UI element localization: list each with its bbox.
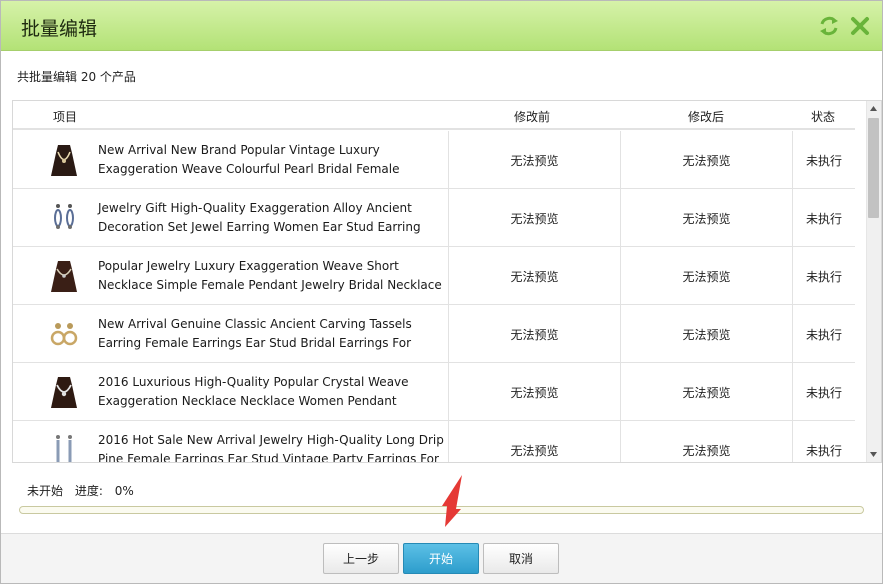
table-row: Popular Jewelry Luxury Exaggeration Weav… bbox=[13, 247, 855, 305]
before-cell: 无法预览 bbox=[449, 131, 621, 189]
close-icon[interactable] bbox=[849, 15, 871, 37]
after-cell: 无法预览 bbox=[621, 189, 793, 247]
table-row: 2016 Hot Sale New Arrival Jewelry High-Q… bbox=[13, 421, 855, 463]
earring-icon bbox=[54, 204, 74, 229]
after-cell: 无法预览 bbox=[621, 421, 793, 462]
table-row: New Arrival Genuine Classic Ancient Carv… bbox=[13, 305, 855, 363]
after-cell: 无法预览 bbox=[621, 131, 793, 189]
cancel-button[interactable]: 取消 bbox=[483, 543, 559, 574]
progress-value: 0% bbox=[114, 484, 134, 498]
item-cell: 2016 Hot Sale New Arrival Jewelry High-Q… bbox=[13, 421, 449, 463]
refresh-icon[interactable] bbox=[818, 15, 840, 37]
pointer-arrow-icon bbox=[442, 475, 462, 527]
earring-icon bbox=[50, 323, 78, 346]
before-cell: 无法预览 bbox=[449, 189, 621, 247]
dialog-title: 批量编辑 bbox=[21, 18, 98, 40]
progress-label: 进度: bbox=[74, 484, 103, 498]
product-name: 2016 Luxurious High-Quality Popular Crys… bbox=[98, 375, 409, 408]
batch-edit-dialog: 批量编辑 共批量编辑 20 个产品 项目 修改前 修改后 状态 New Arri… bbox=[0, 0, 883, 584]
product-table: 项目 修改前 修改后 状态 New Arrival New Brand Popu… bbox=[12, 100, 882, 463]
item-cell: Jewelry Gift High-Quality Exaggeration A… bbox=[13, 189, 449, 247]
status-cell: 未执行 bbox=[805, 153, 842, 168]
progress-status: 未开始 进度: 0% bbox=[27, 482, 142, 499]
product-name: Popular Jewelry Luxury Exaggeration Weav… bbox=[98, 259, 442, 292]
necklace-icon bbox=[51, 261, 77, 292]
status-cell: 未执行 bbox=[805, 443, 842, 458]
after-cell: 无法预览 bbox=[621, 363, 793, 421]
table-header: 项目 修改前 修改后 状态 bbox=[13, 101, 855, 130]
product-name: 2016 Hot Sale New Arrival Jewelry High-Q… bbox=[98, 433, 444, 463]
header-status: 状态 bbox=[811, 110, 836, 124]
table-row: Jewelry Gift High-Quality Exaggeration A… bbox=[13, 189, 855, 247]
status-cell: 未执行 bbox=[805, 211, 842, 226]
scroll-up-arrow-icon[interactable] bbox=[866, 101, 881, 116]
before-cell: 无法预览 bbox=[449, 247, 621, 305]
item-cell: New Arrival Genuine Classic Ancient Carv… bbox=[13, 305, 449, 363]
scrollbar-thumb[interactable] bbox=[868, 118, 879, 218]
product-name: New Arrival New Brand Popular Vintage Lu… bbox=[98, 143, 400, 176]
item-cell: New Arrival New Brand Popular Vintage Lu… bbox=[13, 131, 449, 189]
previous-button[interactable]: 上一步 bbox=[323, 543, 399, 574]
before-cell: 无法预览 bbox=[449, 421, 621, 462]
after-cell: 无法预览 bbox=[621, 305, 793, 363]
status-cell: 未执行 bbox=[805, 269, 842, 284]
scroll-down-arrow-icon[interactable] bbox=[866, 447, 881, 462]
start-button[interactable]: 开始 bbox=[403, 543, 479, 574]
necklace-icon bbox=[51, 377, 77, 408]
header-item: 项目 bbox=[53, 110, 78, 124]
item-cell: 2016 Luxurious High-Quality Popular Crys… bbox=[13, 363, 449, 421]
header-before: 修改前 bbox=[514, 110, 551, 124]
status-cell: 未执行 bbox=[805, 327, 842, 342]
edit-summary: 共批量编辑 20 个产品 bbox=[17, 70, 136, 84]
table-row: New Arrival New Brand Popular Vintage Lu… bbox=[13, 131, 855, 189]
product-name: New Arrival Genuine Classic Ancient Carv… bbox=[98, 317, 412, 350]
status-cell: 未执行 bbox=[805, 385, 842, 400]
earring-icon bbox=[56, 435, 72, 462]
necklace-icon bbox=[51, 145, 77, 176]
product-name: Jewelry Gift High-Quality Exaggeration A… bbox=[98, 201, 421, 234]
before-cell: 无法预览 bbox=[449, 305, 621, 363]
before-cell: 无法预览 bbox=[449, 363, 621, 421]
after-cell: 无法预览 bbox=[621, 247, 793, 305]
progress-state: 未开始 bbox=[27, 484, 64, 498]
title-bar: 批量编辑 bbox=[1, 1, 882, 51]
dialog-footer: 上一步 开始 取消 bbox=[1, 533, 882, 583]
item-cell: Popular Jewelry Luxury Exaggeration Weav… bbox=[13, 247, 449, 305]
header-after: 修改后 bbox=[688, 110, 725, 124]
table-row: 2016 Luxurious High-Quality Popular Crys… bbox=[13, 363, 855, 421]
